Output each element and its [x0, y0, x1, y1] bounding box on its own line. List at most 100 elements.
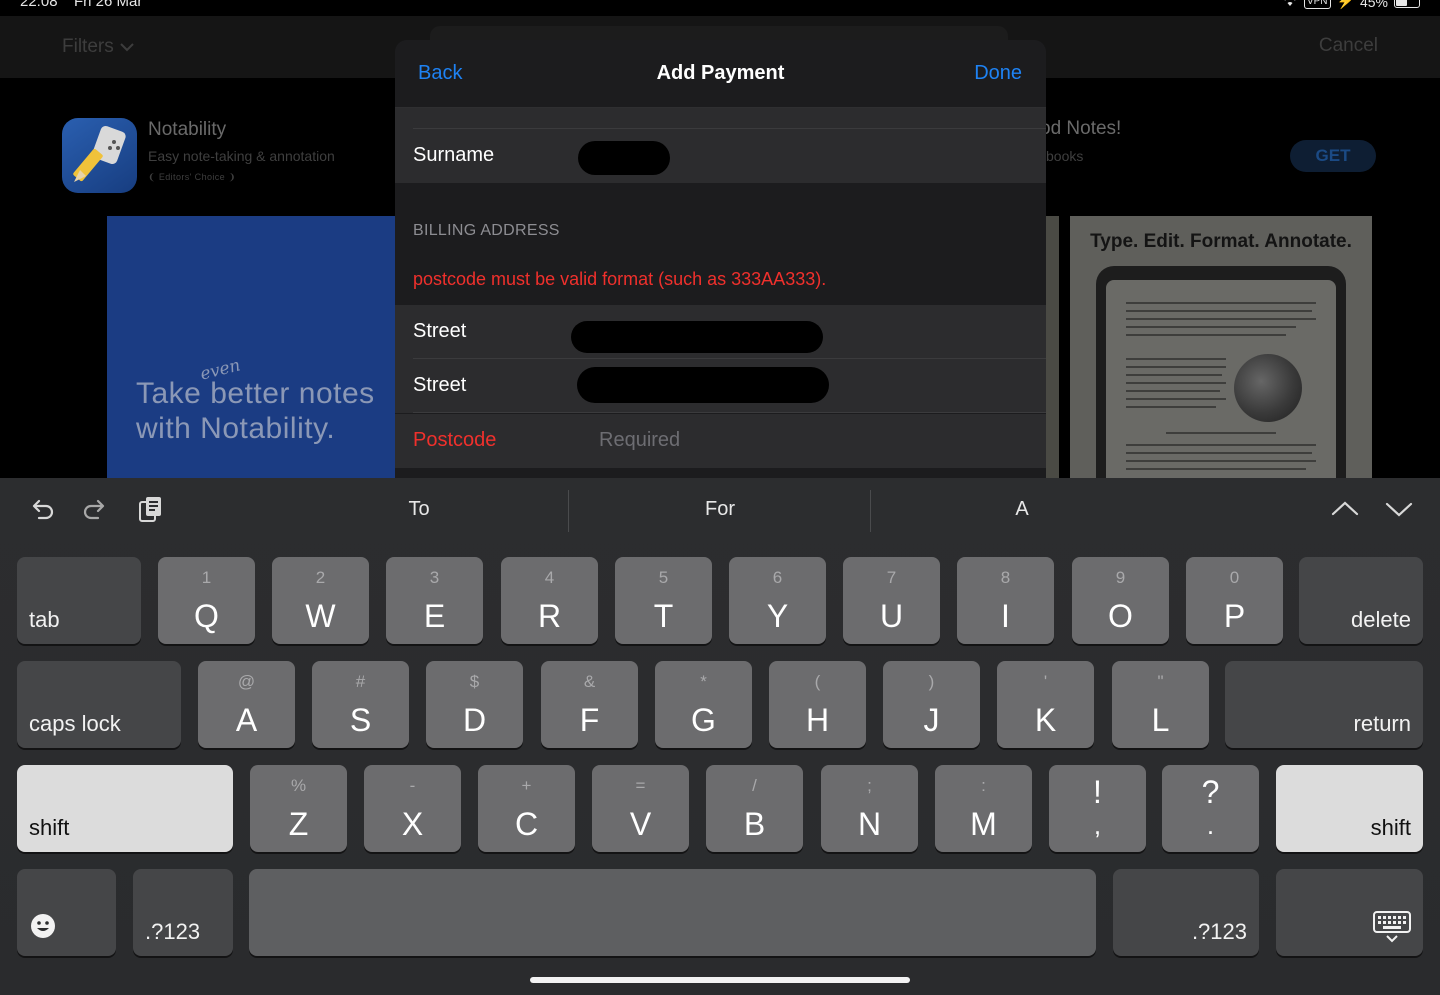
key-v[interactable]: = V: [592, 765, 689, 852]
filters-button[interactable]: Filters: [62, 36, 134, 58]
key-primary-label: W: [305, 598, 336, 634]
key-primary-label: U: [879, 598, 904, 634]
home-indicator[interactable]: [530, 977, 910, 983]
key-secondary-label: ): [928, 672, 935, 691]
surname-label: Surname: [413, 144, 495, 166]
key-secondary-label: 9: [1115, 568, 1126, 587]
key-primary-label: E: [423, 598, 446, 634]
key-primary-label: F: [579, 702, 600, 738]
app-screenshot-left[interactable]: even Take better notes with Notability.: [107, 216, 407, 478]
key-s[interactable]: # S: [312, 661, 409, 748]
key-secondary-label: &: [583, 672, 596, 691]
key-x[interactable]: -X: [364, 765, 461, 852]
shift-key-label-right: shift: [1370, 815, 1411, 840]
battery-percent: 45%: [1359, 0, 1388, 10]
paste-icon[interactable]: [136, 494, 166, 524]
add-payment-sheet: Back Add Payment Done Surname BILLING AD…: [395, 40, 1046, 480]
key-primary-label: B: [743, 806, 766, 842]
key-a[interactable]: @ A: [198, 661, 295, 748]
chevron-down-icon[interactable]: [1384, 494, 1414, 524]
caps-lock-key[interactable]: caps lock: [17, 661, 181, 748]
key-primary-label: L: [1151, 702, 1170, 738]
key-secondary-label: /: [752, 776, 757, 795]
key-h[interactable]: (H: [769, 661, 866, 748]
editors-choice-badge: ❨ Editors' Choice ❩: [148, 172, 236, 182]
key-z[interactable]: % Z: [250, 765, 347, 852]
key-r[interactable]: 4R: [501, 557, 598, 644]
device-screen-illustration: [1106, 280, 1336, 478]
key-secondary-label: @: [237, 672, 256, 691]
tab-key[interactable]: tab: [17, 557, 141, 644]
key-d[interactable]: $ D: [426, 661, 523, 748]
screenshot-right-caption: Type. Edit. Format. Annotate.: [1090, 231, 1352, 252]
surname-row[interactable]: Surname: [395, 129, 1046, 183]
app-screenshot-right[interactable]: Type. Edit. Format. Annotate.: [1070, 216, 1372, 478]
key-p[interactable]: 0P: [1186, 557, 1283, 644]
suggestion-1[interactable]: To: [269, 498, 569, 521]
key-u[interactable]: 7U: [843, 557, 940, 644]
street-row-2[interactable]: Street: [395, 359, 1046, 413]
charging-icon: ⚡: [1336, 0, 1354, 9]
delete-key[interactable]: delete: [1299, 557, 1423, 644]
key-b[interactable]: / B: [706, 765, 803, 852]
app-subtitle: Easy note-taking & annotation: [148, 148, 335, 164]
app-screenshot-middle-edge: [1045, 216, 1059, 478]
key-f[interactable]: & F: [541, 661, 638, 748]
key-n[interactable]: ; N: [821, 765, 918, 852]
space-bar[interactable]: [249, 869, 1096, 956]
cancel-search-button[interactable]: Cancel: [1319, 35, 1378, 57]
key-primary-label: J: [923, 702, 940, 738]
emoji-key[interactable]: [17, 869, 116, 956]
key-secondary-label: (: [814, 672, 821, 691]
key-y[interactable]: 6Y: [729, 557, 826, 644]
sheet-title: Add Payment: [656, 62, 785, 84]
key-primary-label: O: [1108, 598, 1133, 634]
key-secondary-label: 6: [772, 568, 783, 587]
exclamation-comma-key[interactable]: ! ,: [1049, 765, 1146, 852]
key-primary-label: X: [401, 806, 424, 842]
key-primary-label: K: [1034, 702, 1057, 738]
key-m[interactable]: :M: [935, 765, 1032, 852]
suggestion-2[interactable]: For: [570, 498, 870, 521]
shift-key-left[interactable]: shift: [17, 765, 233, 852]
notability-app-icon: [62, 118, 137, 193]
street-row-1[interactable]: Street: [395, 305, 1046, 359]
shift-key-right[interactable]: shift: [1276, 765, 1423, 852]
chevron-up-icon[interactable]: [1330, 494, 1360, 524]
numbers-key-right[interactable]: .?123: [1113, 869, 1259, 956]
key-secondary-label: %: [290, 776, 307, 795]
key-e[interactable]: 3E: [386, 557, 483, 644]
key-secondary-label: ": [1157, 672, 1164, 691]
key-j[interactable]: ) J: [883, 661, 980, 748]
key-t[interactable]: 5T: [615, 557, 712, 644]
vpn-badge: VPN: [1303, 0, 1331, 9]
question-period-key[interactable]: ? .: [1162, 765, 1259, 852]
key-w[interactable]: 2W: [272, 557, 369, 644]
postcode-row[interactable]: Postcode: [395, 414, 1046, 468]
redo-icon[interactable]: [80, 494, 110, 524]
key-c[interactable]: + C: [478, 765, 575, 852]
key-k[interactable]: ' K: [997, 661, 1094, 748]
on-screen-keyboard: To For A tab delete caps lock return shi…: [0, 478, 1440, 995]
key-secondary-label: 2: [315, 568, 326, 587]
status-right-group: VPN ⚡ 45%: [1282, 0, 1420, 10]
key-g[interactable]: * G: [655, 661, 752, 748]
key-primary-label: P: [1223, 598, 1246, 634]
status-date: Fri 26 Mar: [74, 0, 143, 10]
battery-icon: [1394, 0, 1420, 8]
postcode-input[interactable]: [599, 429, 899, 452]
get-button[interactable]: GET: [1290, 140, 1376, 172]
hide-keyboard-key[interactable]: [1276, 869, 1423, 956]
key-q[interactable]: 1Q: [158, 557, 255, 644]
suggestion-3[interactable]: A: [872, 498, 1172, 521]
return-key[interactable]: return: [1225, 661, 1423, 748]
key-secondary-label: :: [981, 776, 986, 795]
key-primary-label: Z: [288, 806, 309, 842]
key-l[interactable]: " L: [1112, 661, 1209, 748]
key-i[interactable]: 8I: [957, 557, 1054, 644]
status-time: 22:08: [20, 0, 58, 10]
undo-icon[interactable]: [27, 494, 57, 524]
done-button[interactable]: Done: [974, 62, 1022, 85]
key-o[interactable]: 9O: [1072, 557, 1169, 644]
numbers-key-left[interactable]: .?123: [133, 869, 233, 956]
